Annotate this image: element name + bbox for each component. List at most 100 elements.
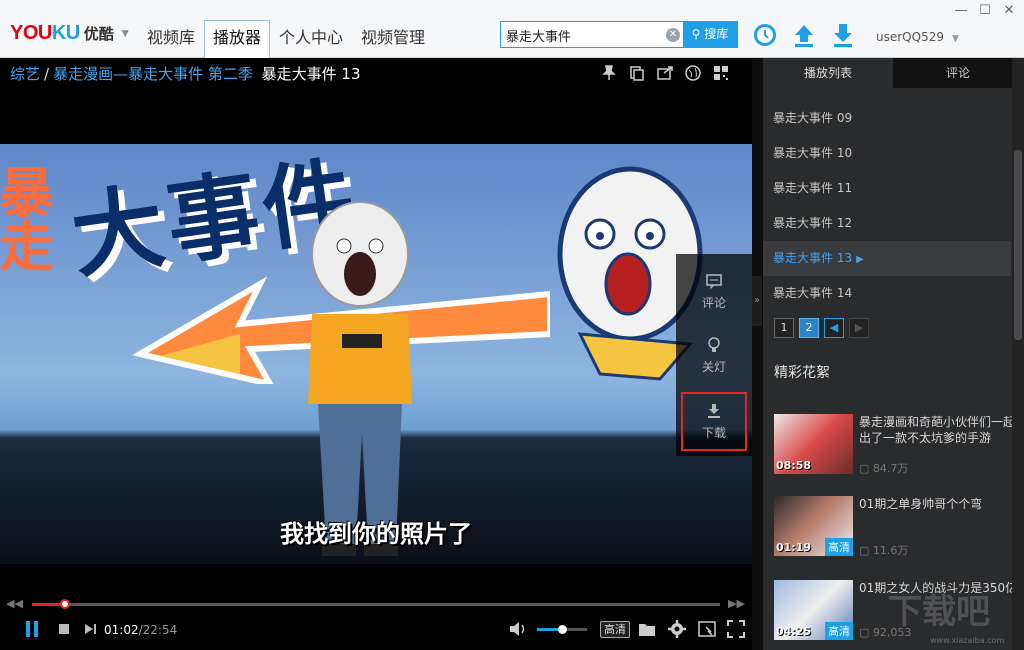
folder-icon[interactable] <box>638 621 656 637</box>
playlist-item[interactable]: 暴走大事件 11 <box>763 171 1011 206</box>
upload-icon[interactable] <box>791 22 817 48</box>
breadcrumb-series[interactable]: 暴走漫画—暴走大事件 第二季 <box>53 65 253 83</box>
comment-icon <box>706 274 722 290</box>
highlight-item[interactable]: 01:19 高清 01期之单身帅哥个个弯 ▢ 11.6万 <box>774 496 1024 557</box>
top-bar: YOUKU 优酷 ▼ 视频库 播放器 个人中心 视频管理 ✕ ⚲ 搜库 user… <box>0 0 1024 58</box>
search-box: ✕ ⚲ 搜库 <box>500 21 738 48</box>
breadcrumb-category[interactable]: 综艺 <box>10 65 40 83</box>
highlight-item[interactable]: 08:58 暴走漫画和奇葩小伙伴们一起出了一款不太坑爹的手游 ▢ 84.7万 <box>774 414 1024 475</box>
download-icon[interactable] <box>830 22 856 48</box>
video-toolbar <box>600 64 730 82</box>
comment-action[interactable]: 评论 <box>676 272 752 311</box>
close-icon[interactable]: ✕ <box>1002 4 1016 18</box>
copy-icon[interactable] <box>628 64 646 82</box>
playing-indicator-icon: ▶ <box>856 254 864 265</box>
panel-scrollbar[interactable] <box>1012 58 1024 650</box>
pause-icon[interactable] <box>24 620 40 638</box>
playlist-item-active[interactable]: 暴走大事件 13 ▶ <box>763 241 1011 276</box>
globe-icon[interactable] <box>684 64 702 82</box>
highlight-title: 01期之单身帅哥个个弯 <box>859 497 983 511</box>
hd-badge: 高清 <box>825 622 853 640</box>
time-display: 01:02/22:54 <box>104 623 177 637</box>
playlist-item[interactable]: 暴走大事件 12 <box>763 206 1011 241</box>
download-action[interactable]: 下载 <box>681 392 747 451</box>
video-frame[interactable]: 暴走 大事件 我找到你的照片了 <box>0 144 752 564</box>
app-window: YOUKU 优酷 ▼ 视频库 播放器 个人中心 视频管理 ✕ ⚲ 搜库 user… <box>0 0 1024 650</box>
pin-icon[interactable] <box>600 64 618 82</box>
playlist-item[interactable]: 暴走大事件 09 <box>763 101 1011 136</box>
playlist-pager: 1 2 ◀ ▶ <box>774 318 869 338</box>
logo-brand: YOUKU <box>10 22 80 44</box>
download-label: 下载 <box>701 426 726 440</box>
search-button[interactable]: ⚲ 搜库 <box>683 22 737 47</box>
panel-tabs: 播放列表 评论 <box>763 58 1024 88</box>
mini-mode-icon[interactable] <box>698 621 716 637</box>
tab-video-library[interactable]: 视频库 <box>138 20 204 58</box>
side-action-panel: 评论 关灯 下载 <box>676 254 752 456</box>
logo-cn: 优酷 <box>83 25 114 43</box>
main-nav: 视频库 播放器 个人中心 视频管理 <box>138 20 434 58</box>
watermark: 下载吧 <box>888 592 990 632</box>
history-clock-icon[interactable] <box>752 22 778 48</box>
volume-slider[interactable] <box>537 625 587 634</box>
banner-side-text: 暴走 <box>0 164 53 272</box>
views-icon: ▢ <box>859 544 870 557</box>
fast-forward-icon[interactable]: ▶▶ <box>728 597 745 610</box>
playlist-item[interactable]: 暴走大事件 10 <box>763 136 1011 171</box>
tab-video-manager[interactable]: 视频管理 <box>352 20 434 58</box>
chevron-down-icon: ▼ <box>951 34 959 44</box>
highlight-thumbnail: 04:25 高清 <box>774 580 853 640</box>
page-button-1[interactable]: 1 <box>774 318 794 338</box>
highlight-views: ▢ 84.7万 <box>859 462 909 475</box>
total-time: /22:54 <box>138 623 178 637</box>
user-menu[interactable]: userQQ529 ▼ <box>876 30 959 44</box>
lightbulb-icon <box>708 337 720 352</box>
volume-handle[interactable] <box>558 625 567 634</box>
chevron-down-icon[interactable]: ▼ <box>122 29 129 39</box>
breadcrumb-current: 暴走大事件 13 <box>261 65 361 83</box>
hd-badge: 高清 <box>825 538 853 556</box>
stop-icon[interactable] <box>58 623 70 635</box>
next-icon[interactable] <box>84 623 98 635</box>
quality-button[interactable]: 高清 <box>600 621 630 638</box>
panel-collapse-handle[interactable]: » <box>752 276 762 326</box>
highlight-thumbnail: 08:58 <box>774 414 853 474</box>
qr-code-icon[interactable] <box>712 64 730 82</box>
progress-bar[interactable] <box>32 599 720 609</box>
prev-page-icon[interactable]: ◀ <box>824 318 844 338</box>
tab-personal-center[interactable]: 个人中心 <box>270 20 352 58</box>
share-icon[interactable] <box>656 64 674 82</box>
playlist-item[interactable]: 暴走大事件 14 <box>763 276 1011 311</box>
clear-icon[interactable]: ✕ <box>666 28 680 42</box>
player-controls: ◀◀ ▶▶ 01:02/22:54 高清 <box>0 592 752 650</box>
highlight-duration: 01:19 <box>776 541 812 554</box>
page-button-2[interactable]: 2 <box>799 318 819 338</box>
comment-label: 评论 <box>701 296 726 310</box>
volume-icon[interactable] <box>508 620 528 638</box>
views-icon: ▢ <box>859 462 870 475</box>
video-subtitle: 我找到你的照片了 <box>280 520 472 548</box>
search-input[interactable] <box>506 25 664 45</box>
settings-gear-icon[interactable] <box>668 620 686 638</box>
highlight-views: ▢ 11.6万 <box>859 544 909 557</box>
section-title: 精彩花絮 <box>774 365 830 381</box>
breadcrumb: 综艺 / 暴走漫画—暴走大事件 第二季 暴走大事件 13 <box>10 65 361 83</box>
scrollbar-thumb[interactable] <box>1014 150 1022 340</box>
tab-player[interactable]: 播放器 <box>204 20 271 58</box>
minimize-icon[interactable]: — <box>954 4 968 18</box>
tab-comments[interactable]: 评论 <box>893 58 1023 88</box>
current-time: 01:02 <box>104 623 139 637</box>
lights-off-action[interactable]: 关灯 <box>676 336 752 375</box>
watermark-url: www.xiazaiba.com <box>930 636 1005 645</box>
tab-playlist[interactable]: 播放列表 <box>763 58 893 88</box>
progress-handle[interactable] <box>60 599 71 609</box>
fullscreen-icon[interactable] <box>727 620 745 638</box>
views-icon: ▢ <box>859 626 870 639</box>
highlight-duration: 04:25 <box>776 625 812 638</box>
next-page-icon[interactable]: ▶ <box>849 318 869 338</box>
logo[interactable]: YOUKU 优酷 ▼ <box>10 22 129 45</box>
maximize-icon[interactable]: ☐ <box>978 4 992 18</box>
highlight-title: 暴走漫画和奇葩小伙伴们一起出了一款不太坑爹的手游 <box>859 415 1016 445</box>
lights-off-label: 关灯 <box>701 360 726 374</box>
rewind-icon[interactable]: ◀◀ <box>6 597 23 610</box>
